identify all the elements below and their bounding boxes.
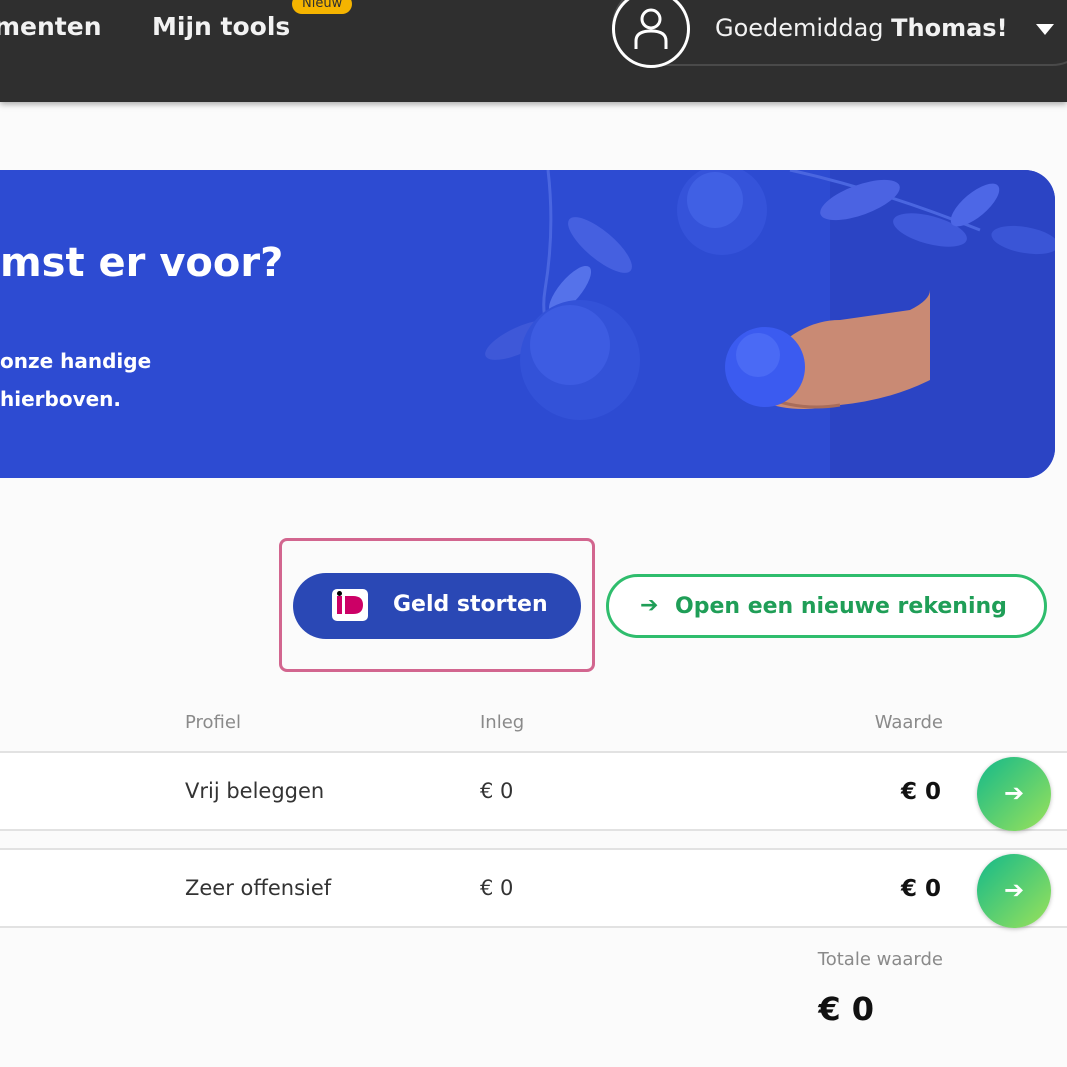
column-header-waarde: Waarde	[874, 712, 943, 733]
column-header-inleg: Inleg	[480, 712, 525, 733]
hero-title: mst er voor?	[0, 240, 284, 286]
open-account-arrow-button[interactable]: ➔	[977, 854, 1051, 928]
nav-item-my-tools[interactable]: Mijn tools	[152, 12, 290, 41]
total-value: € 0	[818, 990, 874, 1028]
hero-text: onze handige hierboven.	[0, 342, 151, 418]
chevron-down-icon[interactable]	[1036, 24, 1054, 35]
row-inleg: € 0	[480, 779, 514, 803]
row-waarde: € 0	[900, 779, 941, 805]
hero-text-line-2: hierboven.	[0, 387, 122, 411]
row-profile: Vrij beleggen	[185, 779, 325, 803]
deposit-money-label: Geld storten	[393, 592, 548, 617]
user-icon	[634, 8, 668, 49]
row-profile: Zeer offensief	[185, 876, 332, 900]
user-greeting[interactable]: Goedemiddag Thomas!	[715, 14, 1008, 42]
top-navigation-bar: menten Mijn tools Nieuw Goedemiddag Thom…	[0, 0, 1067, 102]
open-new-account-button[interactable]: ➔ Open een nieuwe rekening	[606, 574, 1047, 638]
greeting-text: Goedemiddag	[715, 14, 884, 42]
open-new-account-label: Open een nieuwe rekening	[675, 594, 1007, 619]
total-value-label: Totale waarde	[817, 949, 943, 970]
new-badge: Nieuw	[292, 0, 353, 14]
nav-item-instruments[interactable]: menten	[0, 12, 102, 41]
open-account-arrow-button[interactable]: ➔	[977, 757, 1051, 831]
arrow-right-icon: ➔	[640, 593, 659, 618]
ideal-icon	[332, 589, 368, 621]
hero-banner: mst er voor? onze handige hierboven.	[0, 170, 1055, 478]
hero-text-line-1: onze handige	[0, 349, 152, 373]
arrow-right-icon: ➔	[1003, 779, 1025, 807]
column-header-profile: Profiel	[185, 712, 241, 733]
deposit-money-button[interactable]: Geld storten	[293, 573, 581, 639]
user-name: Thomas!	[891, 14, 1008, 42]
table-row[interactable]: Vrij beleggen € 0 € 0 ➔	[0, 751, 1067, 831]
arrow-right-icon: ➔	[1003, 876, 1025, 904]
row-waarde: € 0	[900, 876, 941, 902]
hero-illustration	[485, 170, 1055, 478]
row-inleg: € 0	[480, 876, 514, 900]
table-row[interactable]: Zeer offensief € 0 € 0 ➔	[0, 848, 1067, 928]
